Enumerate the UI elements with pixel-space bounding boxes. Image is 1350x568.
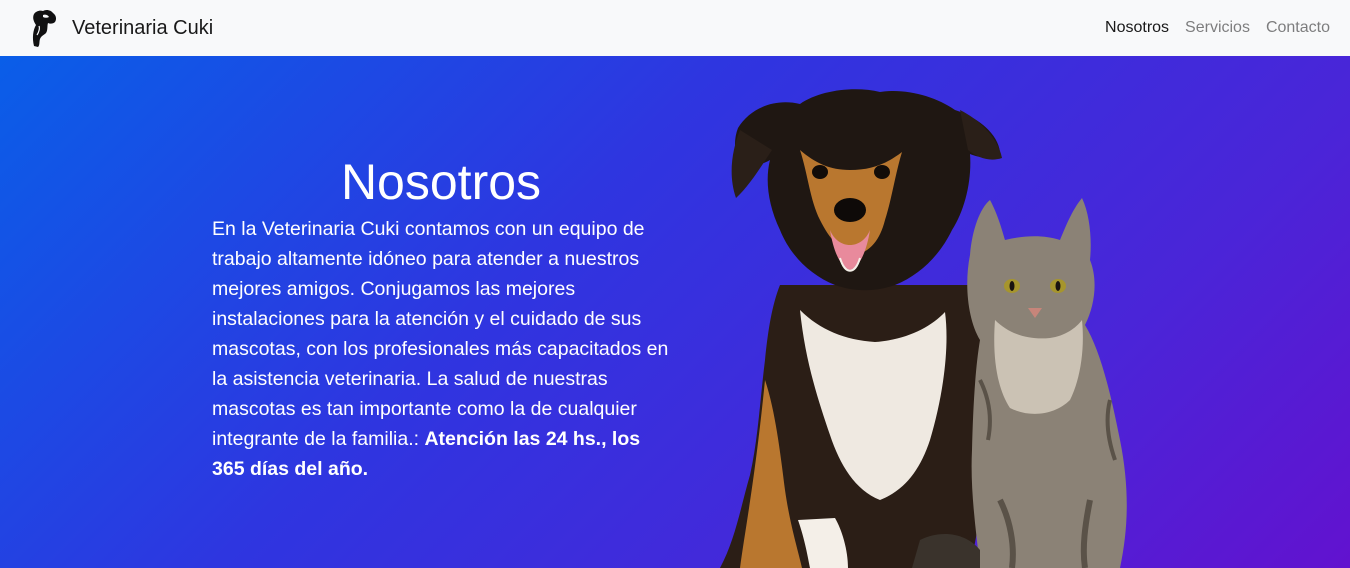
brand-name: Veterinaria Cuki bbox=[72, 16, 214, 39]
hero-paragraph: En la Veterinaria Cuki contamos con un e… bbox=[212, 214, 672, 484]
hero-section: Nosotros En la Veterinaria Cuki contamos… bbox=[0, 56, 1350, 568]
nav-link-nosotros[interactable]: Nosotros bbox=[1089, 19, 1169, 37]
navbar: Veterinaria Cuki Nosotros Servicios Cont… bbox=[0, 0, 1350, 56]
brand-link[interactable]: Veterinaria Cuki bbox=[26, 8, 213, 48]
nav-links: Nosotros Servicios Contacto bbox=[1089, 19, 1330, 37]
dog-illustration bbox=[720, 89, 1002, 568]
hero-title: Nosotros bbox=[340, 154, 542, 210]
nav-link-servicios[interactable]: Servicios bbox=[1169, 19, 1250, 37]
hero-body-text: En la Veterinaria Cuki contamos con un e… bbox=[212, 218, 669, 450]
nav-link-contacto[interactable]: Contacto bbox=[1250, 19, 1330, 37]
pet-logo-icon bbox=[32, 9, 57, 48]
hero-text: Nosotros En la Veterinaria Cuki contamos… bbox=[212, 152, 672, 484]
dog-and-cat-image bbox=[720, 89, 1127, 568]
